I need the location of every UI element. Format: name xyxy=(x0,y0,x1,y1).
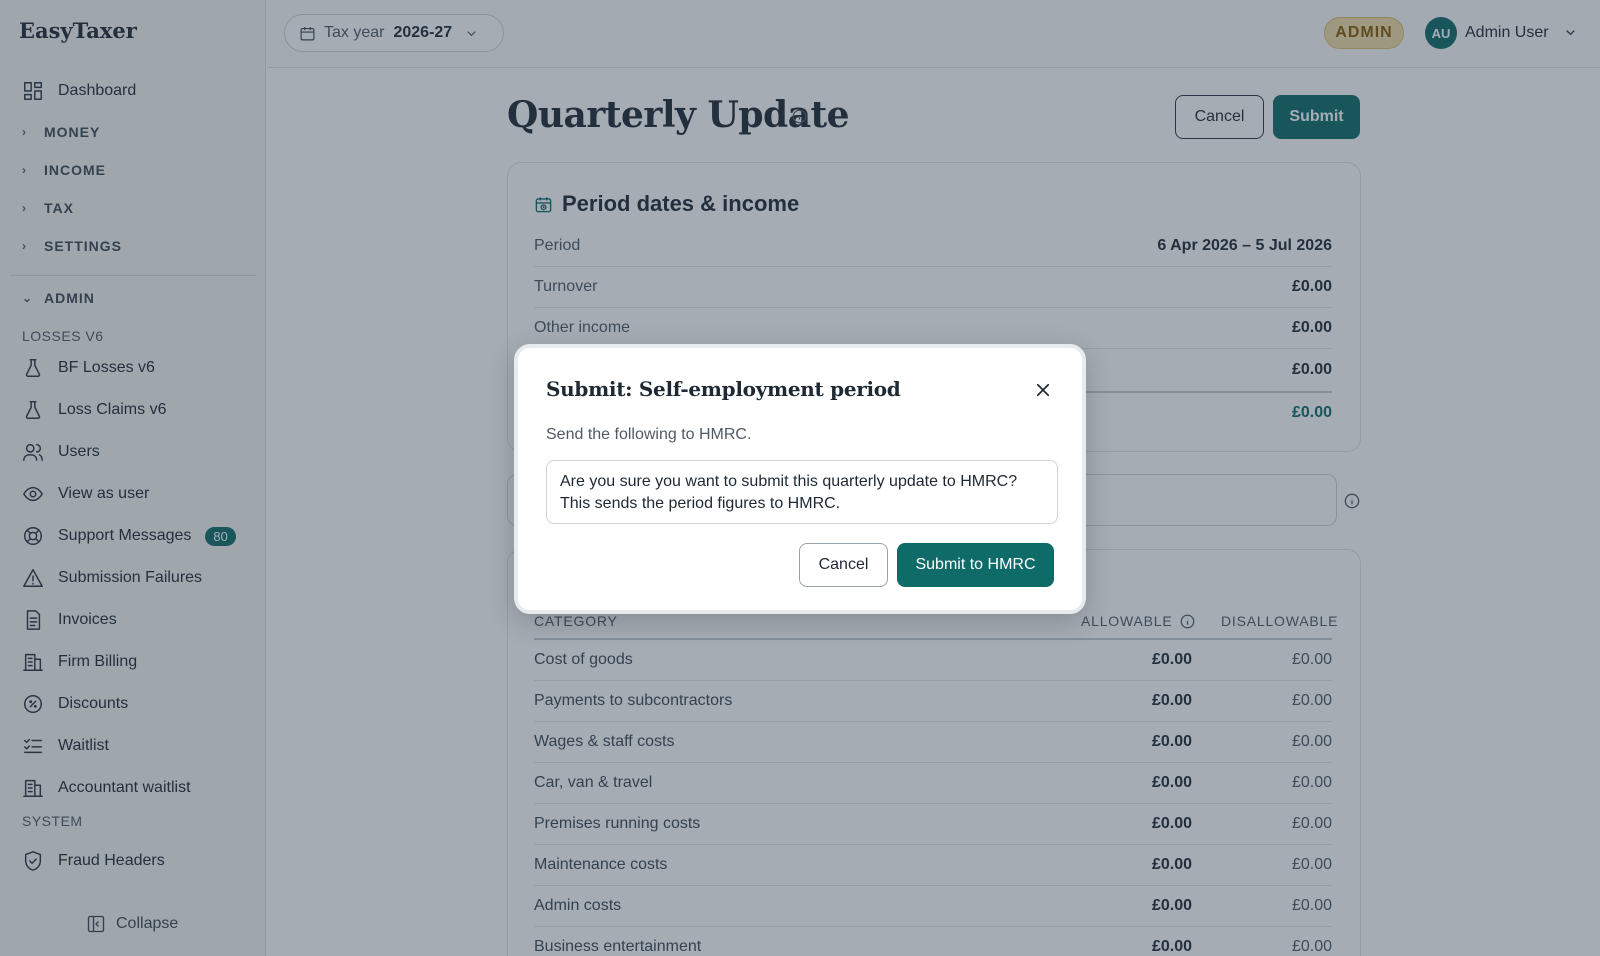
dialog-title: Submit: Self-employment period xyxy=(546,377,901,401)
dialog-message: Are you sure you want to submit this qua… xyxy=(546,460,1058,524)
submit-dialog: Submit: Self-employment period Send the … xyxy=(514,344,1086,614)
close-button[interactable] xyxy=(1032,379,1054,401)
close-icon xyxy=(1036,383,1050,397)
submit-to-hmrc-button[interactable]: Submit to HMRC xyxy=(897,543,1054,587)
dialog-subtitle: Send the following to HMRC. xyxy=(546,426,752,443)
dialog-cancel-button[interactable]: Cancel xyxy=(799,543,888,587)
